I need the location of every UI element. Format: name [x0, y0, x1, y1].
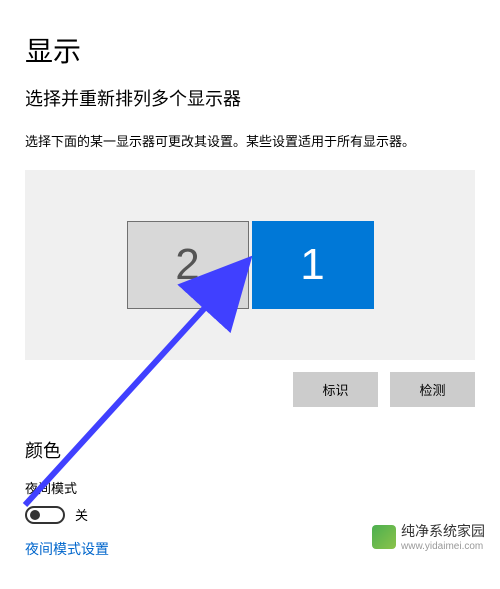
detect-button[interactable]: 检测: [390, 372, 475, 407]
night-mode-toggle[interactable]: [25, 506, 65, 524]
subtitle: 选择并重新排列多个显示器: [25, 85, 475, 111]
monitor-1[interactable]: 1: [252, 221, 374, 309]
watermark-logo-icon: [372, 525, 396, 549]
watermark-brand: 纯净系统家园: [401, 521, 485, 541]
toggle-state-label: 关: [75, 505, 88, 524]
display-arrangement-area[interactable]: 2 1: [25, 170, 475, 360]
night-mode-label: 夜间模式: [25, 478, 475, 497]
identify-button[interactable]: 标识: [293, 372, 378, 407]
description: 选择下面的某一显示器可更改其设置。某些设置适用于所有显示器。: [25, 131, 475, 150]
color-section-title: 颜色: [25, 437, 475, 463]
page-title: 显示: [25, 30, 475, 70]
watermark: 纯净系统家园 www.yidaimei.com: [372, 521, 485, 552]
monitor-2[interactable]: 2: [127, 221, 249, 309]
watermark-url: www.yidaimei.com: [401, 541, 485, 552]
